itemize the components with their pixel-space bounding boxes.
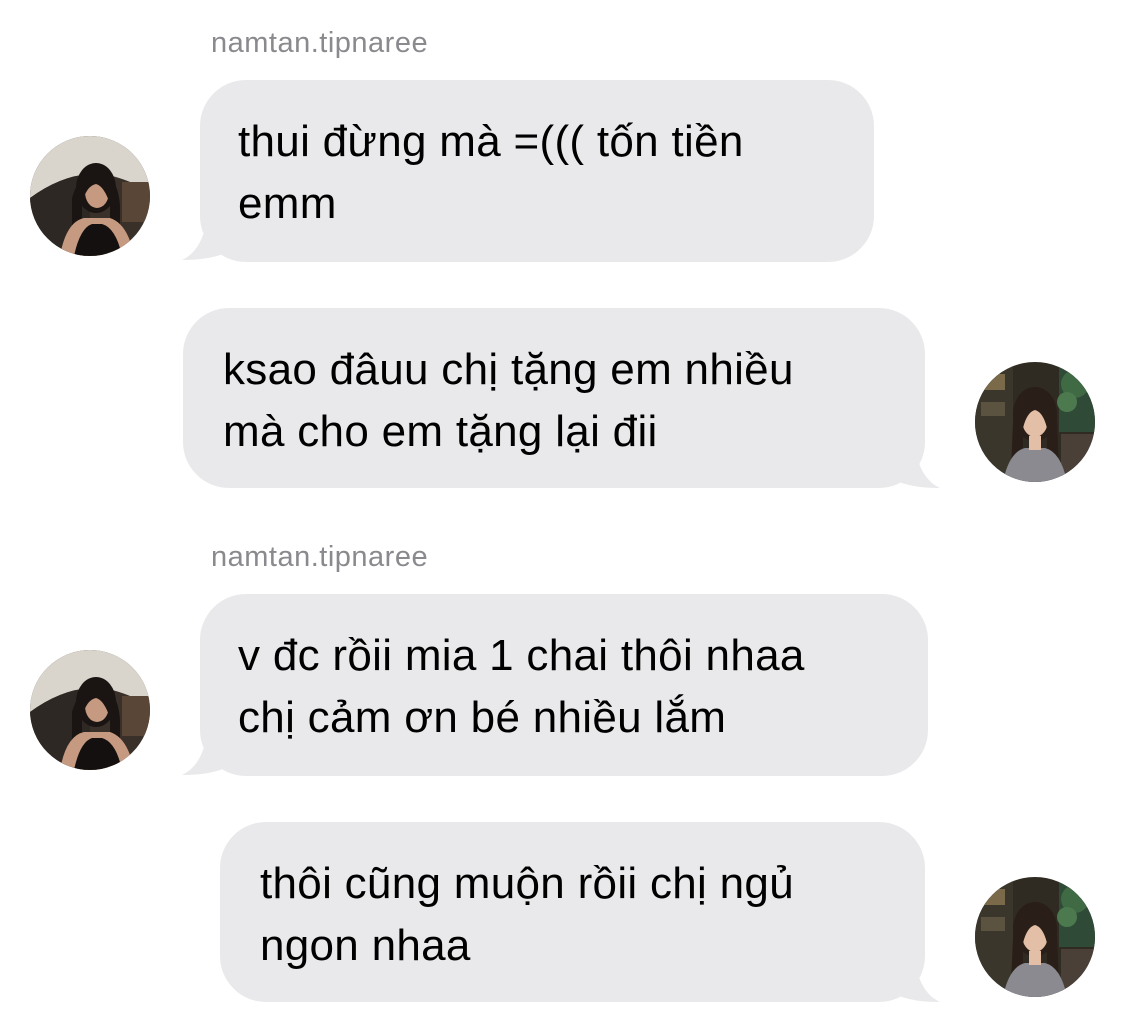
message-bubble-incoming[interactable]: v đc rồii mia 1 chai thôi nhaa chị cảm ơ… [200, 594, 928, 776]
sender-name: namtan.tipnaree [211, 27, 429, 59]
message-bubble-outgoing[interactable]: thôi cũng muộn rồii chị ngủ ngon nhaa [220, 822, 925, 1002]
user-avatar[interactable] [975, 362, 1095, 482]
message-bubble-outgoing[interactable]: ksao đâuu chị tặng em nhiều mà cho em tặ… [183, 308, 925, 488]
message-text: ksao đâuu chị tặng em nhiều mà cho em tặ… [223, 345, 794, 456]
message-text: thui đừng mà =((( tốn tiền emm [238, 117, 744, 228]
message-text: v đc rồii mia 1 chai thôi nhaa chị cảm ơ… [238, 631, 805, 742]
message-bubble-incoming[interactable]: thui đừng mà =((( tốn tiền emm [200, 80, 874, 262]
contact-avatar[interactable] [30, 136, 150, 256]
user-avatar[interactable] [975, 877, 1095, 997]
contact-avatar[interactable] [30, 650, 150, 770]
message-text: thôi cũng muộn rồii chị ngủ ngon nhaa [260, 859, 794, 970]
sender-name: namtan.tipnaree [211, 541, 429, 573]
